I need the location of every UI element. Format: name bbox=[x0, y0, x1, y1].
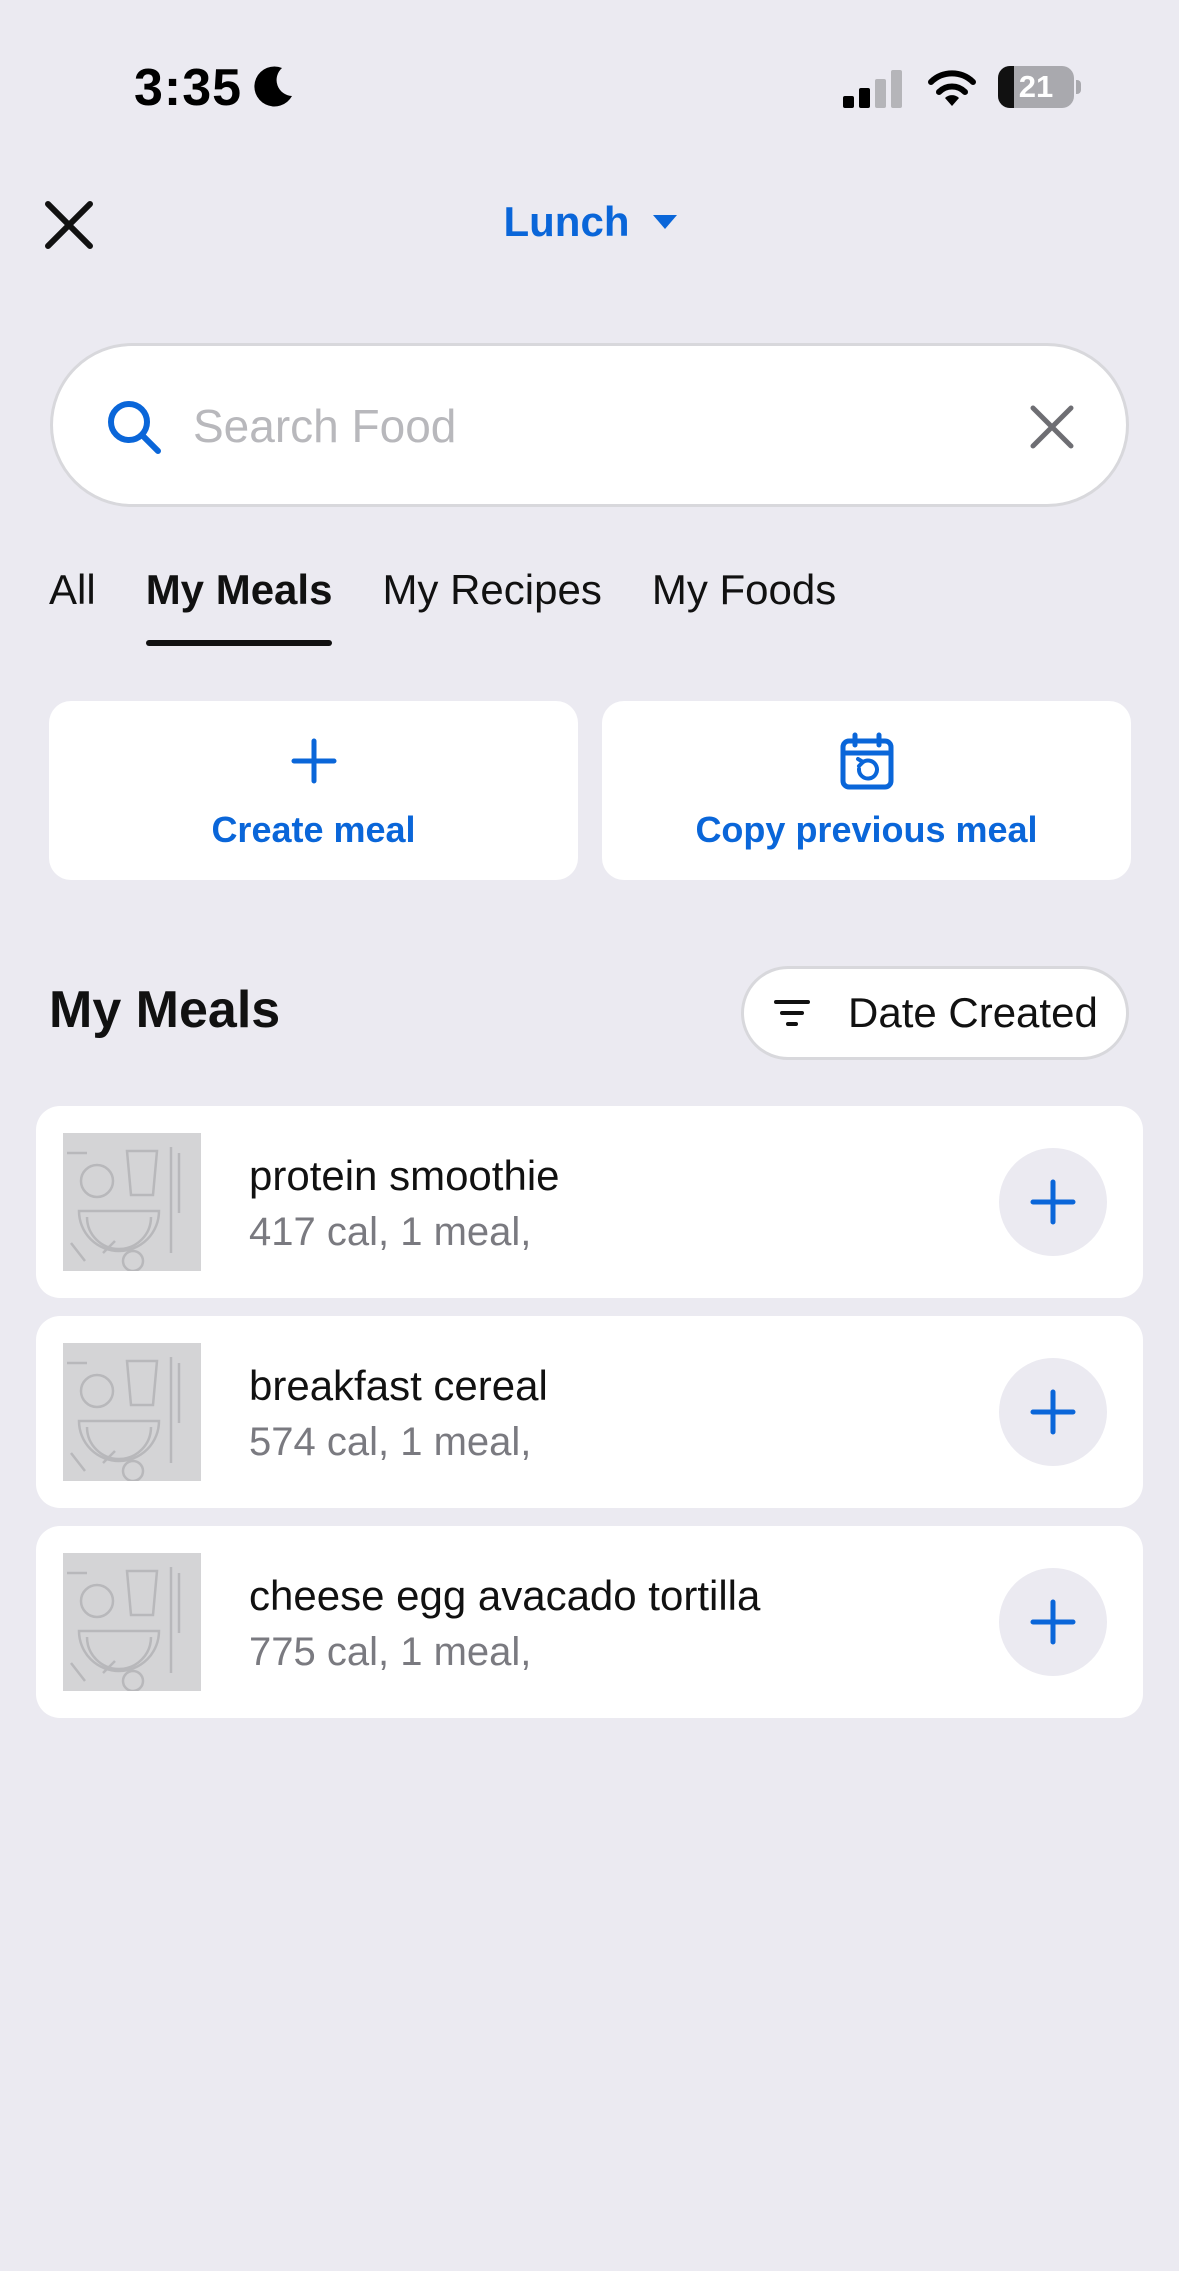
add-meal-button[interactable] bbox=[999, 1568, 1107, 1676]
battery-level: 21 bbox=[1018, 69, 1054, 104]
moon-icon bbox=[254, 66, 292, 107]
caret-down-icon bbox=[653, 215, 678, 229]
status-time: 3:35 bbox=[134, 59, 243, 117]
meal-thumbnail bbox=[63, 1343, 201, 1481]
meal-list-item[interactable]: protein smoothie 417 cal, 1 meal, bbox=[36, 1106, 1143, 1298]
copy-previous-meal-button[interactable]: Copy previous meal bbox=[602, 701, 1131, 880]
tab-my-foods[interactable]: My Foods bbox=[652, 560, 836, 650]
meal-subtitle: 417 cal, 1 meal, bbox=[249, 1210, 532, 1254]
tab-my-recipes[interactable]: My Recipes bbox=[382, 560, 601, 650]
meal-list-item[interactable]: cheese egg avacado tortilla 775 cal, 1 m… bbox=[36, 1526, 1143, 1718]
meal-name: protein smoothie bbox=[249, 1152, 560, 1199]
search-input[interactable] bbox=[193, 382, 953, 470]
search-icon bbox=[108, 401, 161, 454]
plus-icon bbox=[1030, 1599, 1076, 1645]
wifi-icon bbox=[928, 70, 976, 106]
plus-icon bbox=[1030, 1179, 1076, 1225]
clear-icon[interactable] bbox=[1027, 402, 1077, 452]
food-placeholder-icon bbox=[67, 1357, 181, 1481]
food-placeholder-icon bbox=[67, 1567, 181, 1691]
create-meal-label: Create meal bbox=[211, 809, 416, 850]
copy-previous-meal-label: Copy previous meal bbox=[695, 809, 1038, 850]
meal-subtitle: 775 cal, 1 meal, bbox=[249, 1630, 532, 1674]
meal-selector: Lunch bbox=[0, 198, 1179, 246]
sort-label: Date Created bbox=[848, 989, 1098, 1036]
plus-icon bbox=[291, 738, 336, 784]
tab-bar: All My Meals My Recipes My Foods bbox=[49, 560, 836, 650]
tab-all[interactable]: All bbox=[49, 560, 96, 650]
battery-icon: 21 bbox=[998, 66, 1081, 108]
meal-thumbnail bbox=[63, 1133, 201, 1271]
food-placeholder-icon bbox=[67, 1147, 181, 1271]
meal-subtitle: 574 cal, 1 meal, bbox=[249, 1420, 532, 1464]
meal-name: breakfast cereal bbox=[249, 1362, 548, 1409]
tab-my-meals[interactable]: My Meals bbox=[145, 560, 332, 650]
calendar-history-icon bbox=[840, 732, 893, 790]
meal-title: Lunch bbox=[503, 198, 630, 245]
create-meal-button[interactable]: Create meal bbox=[49, 701, 578, 880]
meal-list-item[interactable]: breakfast cereal 574 cal, 1 meal, bbox=[36, 1316, 1143, 1508]
sort-button[interactable]: Date Created bbox=[741, 966, 1129, 1060]
search-bar bbox=[50, 343, 1129, 507]
add-meal-button[interactable] bbox=[999, 1358, 1107, 1466]
cellular-signal-icon bbox=[843, 70, 902, 108]
section-title: My Meals bbox=[49, 981, 281, 1039]
meal-name: cheese egg avacado tortilla bbox=[249, 1572, 761, 1619]
meal-thumbnail bbox=[63, 1553, 201, 1691]
filter-icon bbox=[774, 1000, 810, 1026]
add-meal-button[interactable] bbox=[999, 1148, 1107, 1256]
meal-selector-button[interactable]: Lunch bbox=[504, 198, 680, 246]
plus-icon bbox=[1030, 1389, 1076, 1435]
